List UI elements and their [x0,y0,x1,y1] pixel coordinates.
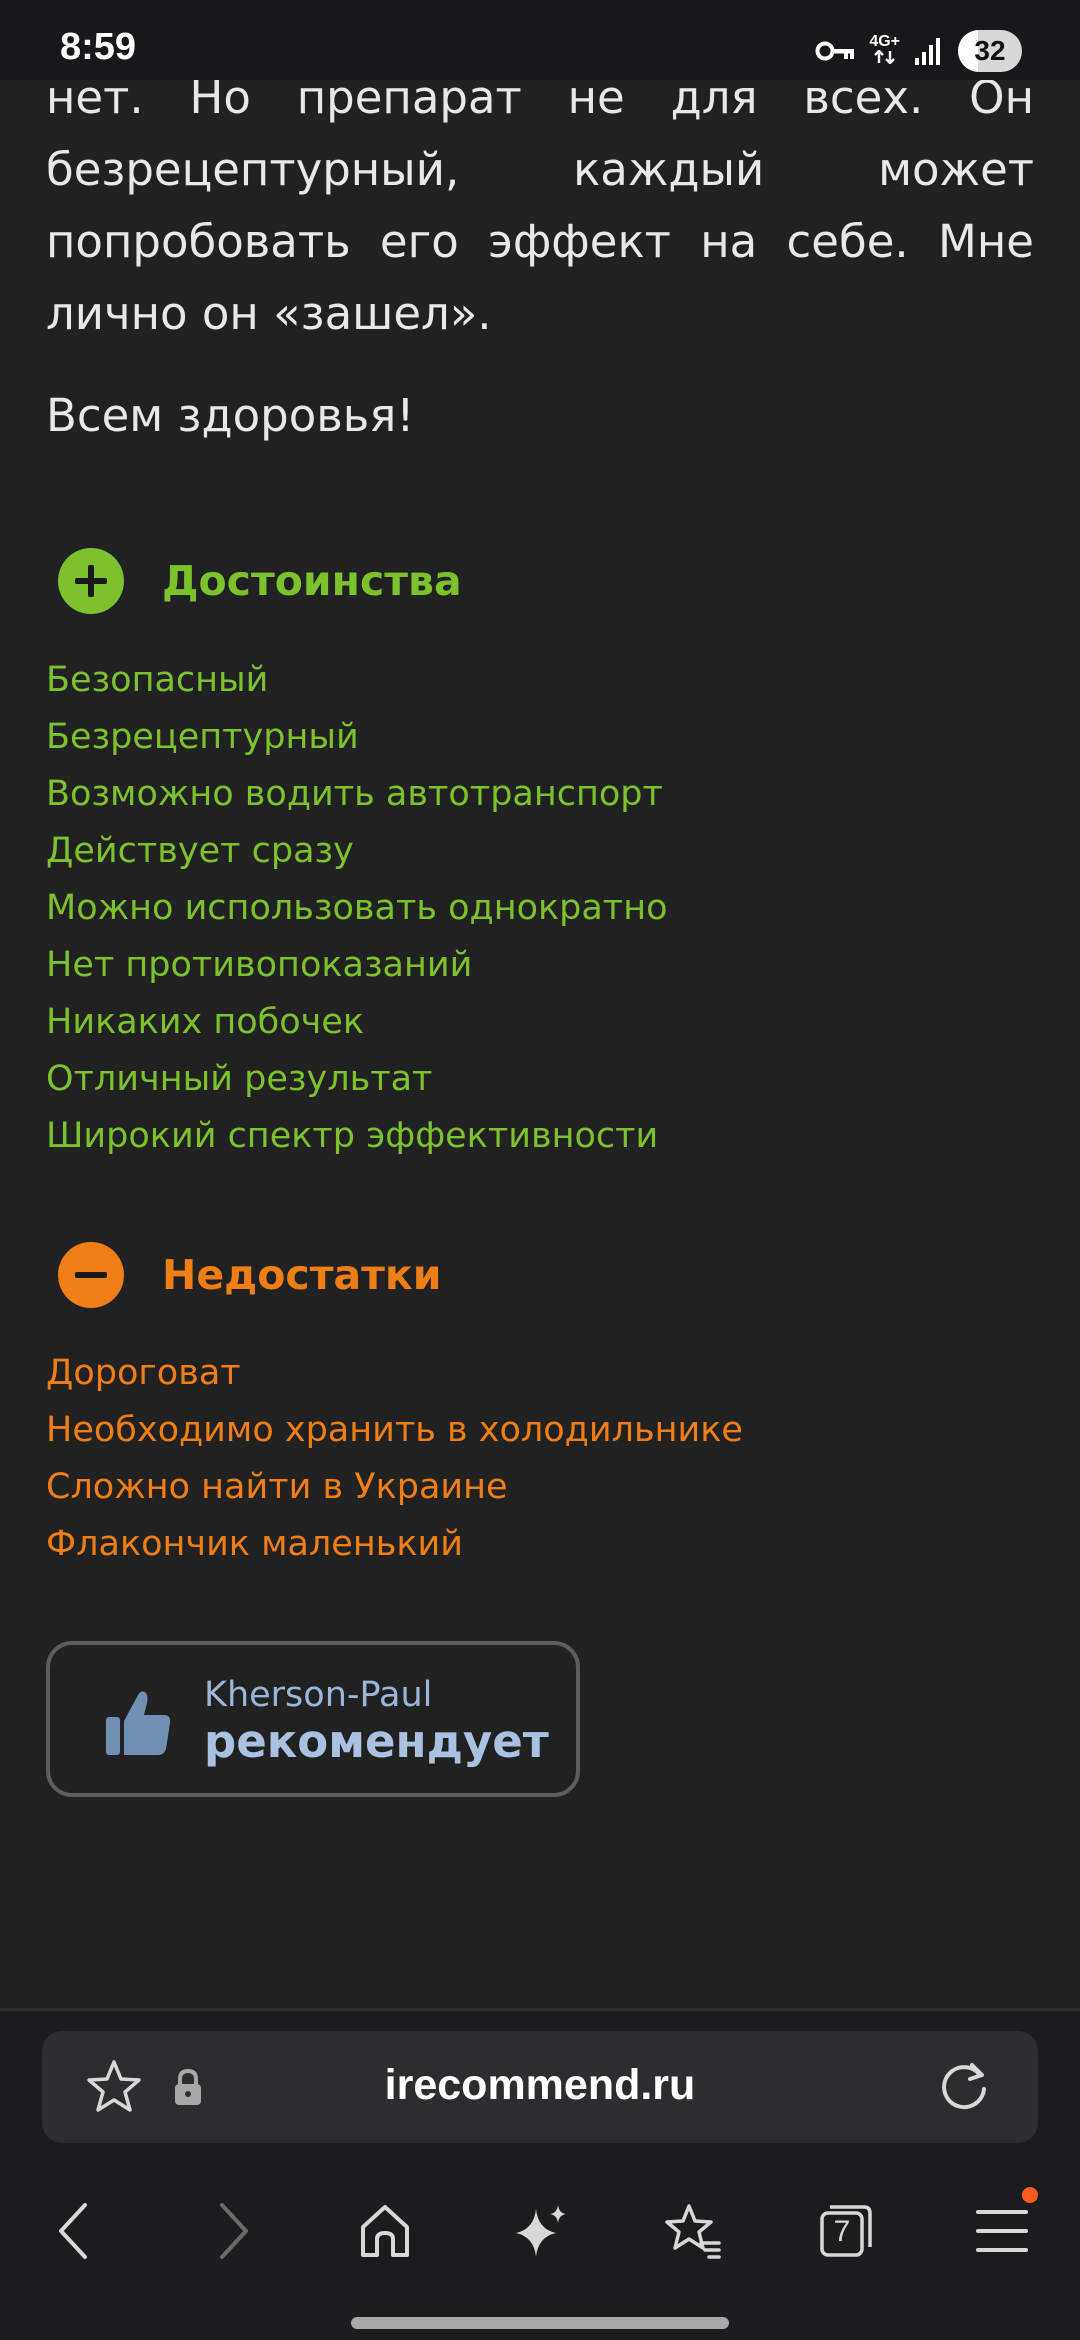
review-paragraph: нет. Но препарат не для всех. Он безреце… [46,62,1034,350]
tabs-button[interactable]: 7 [806,2191,886,2271]
menu-button[interactable] [962,2187,1042,2271]
pros-header: Достоинства [58,548,462,614]
recommendation-text: Kherson-Paul рекомендует [204,1675,549,1769]
url-text[interactable]: irecommend.ru [42,2061,1038,2110]
signal-icon [915,38,940,65]
review-greeting: Всем здоровья! [46,389,415,442]
recommendation-label: рекомендует [204,1715,549,1768]
address-bar[interactable]: irecommend.ru [42,2031,1038,2143]
paragraph-line: попробовать его эффект на себе. Мне [46,215,1034,268]
pros-item: Нет противопоказаний [46,945,473,985]
pros-item: Безрецептурный [46,717,359,757]
status-icons: 4G+ 32 [815,28,1022,74]
recommendation-user[interactable]: Kherson-Paul [204,1675,549,1715]
home-icon [361,2205,409,2257]
pros-item: Никаких побочек [46,1002,365,1042]
paragraph-line: безрецептурный, каждый может [46,143,1034,196]
pros-item: Отличный результат [46,1059,433,1099]
cons-item: Флакончик маленький [46,1524,463,1564]
thumbs-up-icon [106,1691,171,1755]
pros-title: Достоинства [162,557,462,605]
back-icon [59,2203,87,2259]
vpn-key-icon [815,41,855,61]
home-button[interactable] [345,2191,425,2271]
notification-dot [1022,2187,1038,2203]
pros-list: Безопасный Безрецептурный Возможно водит… [46,652,668,1165]
favorites-icon [665,2204,721,2259]
cons-item: Необходимо хранить в холодильнике [46,1410,743,1450]
battery-icon: 32 [958,30,1022,72]
back-button[interactable] [34,2191,114,2271]
pros-item: Можно использовать однократно [46,888,668,928]
network-4g-icon: 4G+ [869,34,900,68]
favorites-button[interactable] [653,2191,733,2271]
cons-item: Дороговат [46,1353,241,1393]
plus-circle-icon [58,548,124,614]
browser-toolbar: irecommend.ru 7 [0,2008,1080,2340]
recommendation-badge[interactable]: Kherson-Paul рекомендует [46,1641,580,1797]
paragraph-line: лично он «зашел». [46,287,492,340]
forward-button[interactable] [193,2191,273,2271]
menu-icon [976,2210,1028,2252]
cons-list: Дороговат Необходимо хранить в холодильн… [46,1345,743,1573]
pros-item: Широкий спектр эффективности [46,1116,659,1156]
cons-item: Сложно найти в Украине [46,1467,508,1507]
cons-title: Недостатки [162,1251,442,1299]
assistant-button[interactable] [500,2191,580,2271]
browser-nav: 7 [0,2187,1080,2271]
status-time: 8:59 [60,26,137,68]
minus-circle-icon [58,1242,124,1308]
pros-item: Действует сразу [46,831,354,871]
status-bar: 8:59 4G+ 32 [0,0,1080,80]
cons-header: Недостатки [58,1242,441,1308]
home-indicator[interactable] [351,2317,729,2329]
reload-icon[interactable] [934,2057,994,2117]
sparkle-icon [516,2205,566,2257]
pros-item: Возможно водить автотранспорт [46,774,663,814]
pros-item: Безопасный [46,660,269,700]
tabs-count: 7 [833,2215,851,2248]
forward-icon [220,2203,248,2259]
review-text: нет. Но препарат не для всех. Он безреце… [46,62,1034,452]
